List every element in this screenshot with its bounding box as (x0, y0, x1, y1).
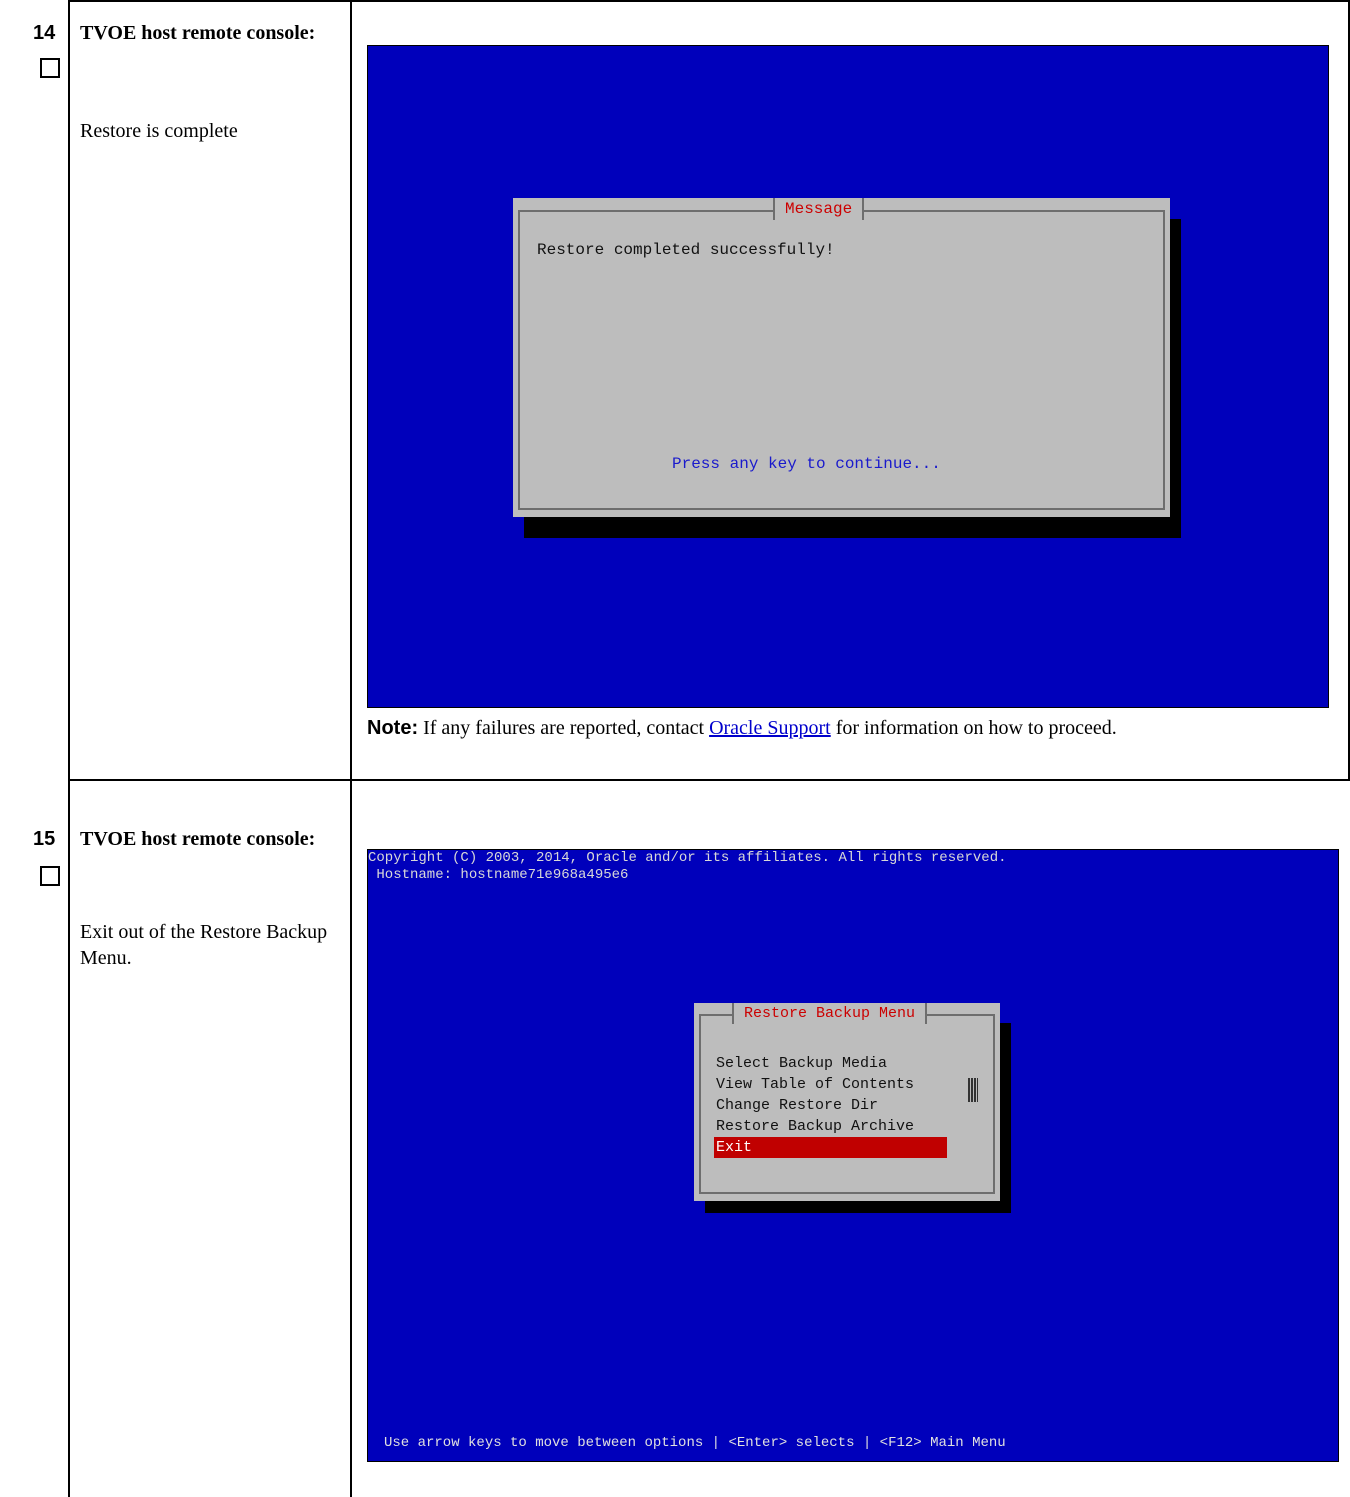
note-text-after: for information on how to proceed. (830, 717, 1117, 739)
menu-item-view-table-of-contents[interactable]: View Table of Contents (714, 1074, 947, 1095)
menu-item-exit[interactable]: Exit (714, 1137, 947, 1158)
note-text-before: If any failures are reported, contact (418, 717, 710, 739)
table-border-left (68, 0, 70, 1497)
menu-item-select-backup-media[interactable]: Select Backup Media (714, 1053, 947, 1074)
dialog-message: Restore completed successfully! (537, 241, 835, 259)
menu-title: Restore Backup Menu (732, 1003, 928, 1024)
table-column-divider (350, 0, 352, 1497)
table-border-top (68, 0, 1350, 2)
step-number: 15 (33, 828, 56, 850)
menu-scrollbar[interactable] (968, 1078, 978, 1102)
note-paragraph: Note: If any failures are reported, cont… (367, 713, 1327, 743)
table-row-divider (68, 779, 1350, 781)
terminal-screenshot-message: Message Restore completed successfully! … (367, 45, 1329, 708)
note-label: Note: (367, 717, 419, 739)
step-description: Exit out of the Restore Backup Menu. (80, 921, 328, 969)
dialog-title: Message (773, 198, 865, 220)
restore-backup-menu: Restore Backup Menu Select Backup Media … (694, 1003, 1000, 1201)
step-description: Restore is complete (80, 120, 238, 142)
hostname-line: Hostname: hostname71e968a495e6 (368, 867, 629, 883)
oracle-support-link[interactable]: Oracle Support (709, 717, 831, 739)
message-dialog: Message Restore completed successfully! … (513, 198, 1170, 517)
footer-help-line: Use arrow keys to move between options |… (384, 1435, 1006, 1451)
step-checkbox[interactable] (40, 58, 60, 78)
menu-item-change-restore-dir[interactable]: Change Restore Dir (714, 1095, 947, 1116)
step-checkbox[interactable] (40, 866, 60, 886)
menu-item-restore-backup-archive[interactable]: Restore Backup Archive (714, 1116, 947, 1137)
continue-prompt[interactable]: Press any key to continue... (672, 455, 941, 473)
step-title: TVOE host remote console: (80, 828, 316, 850)
step-number: 14 (33, 22, 56, 44)
step-title: TVOE host remote console: (80, 22, 316, 44)
terminal-screenshot-menu: Copyright (C) 2003, 2014, Oracle and/or … (367, 849, 1339, 1462)
copyright-line: Copyright (C) 2003, 2014, Oracle and/or … (368, 850, 1007, 866)
menu-list: Select Backup Media View Table of Conten… (714, 1053, 947, 1158)
